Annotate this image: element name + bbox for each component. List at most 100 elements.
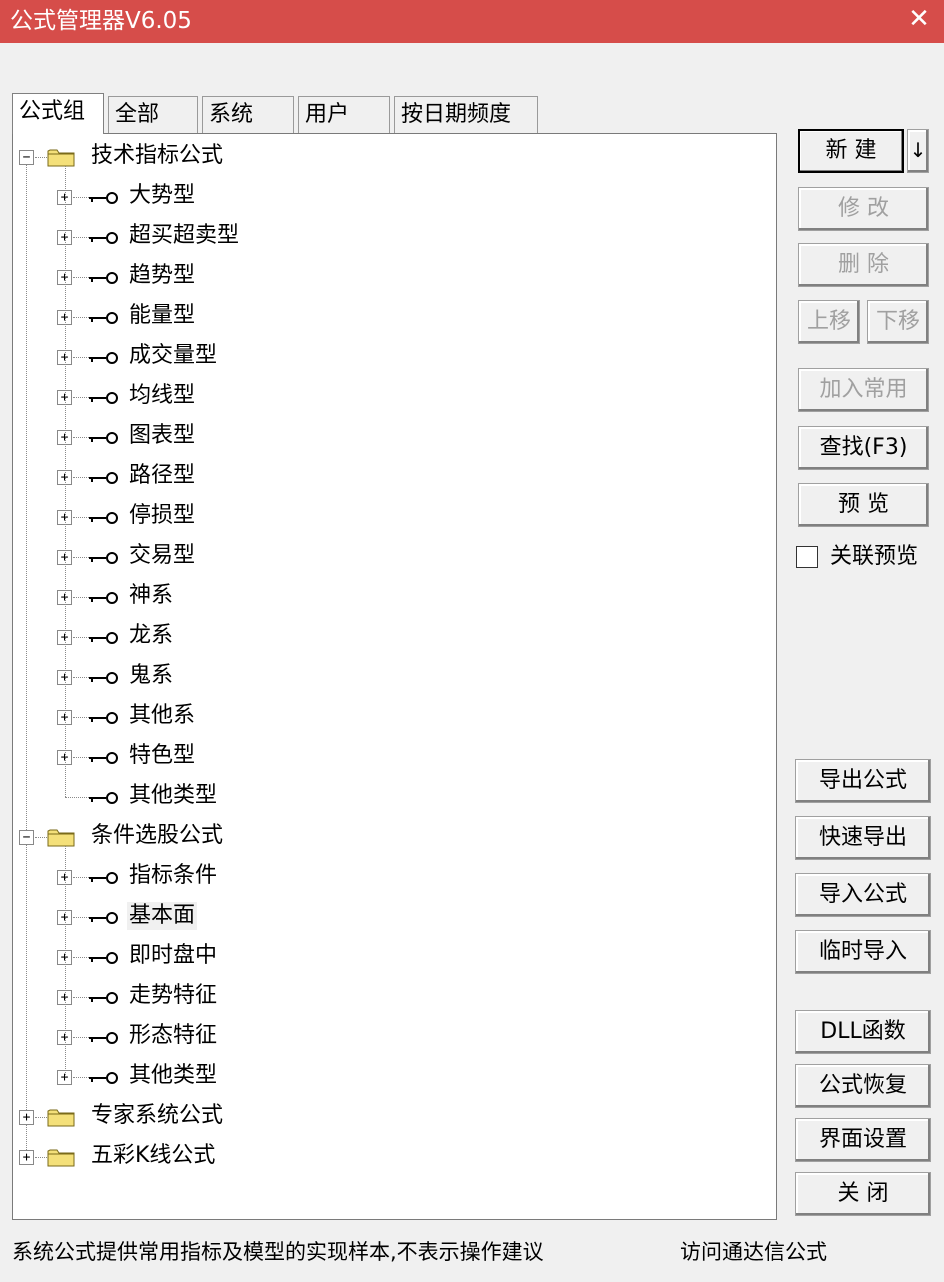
formula-tree-panel[interactable]: − 技术指标公式 + 大势型 + 超买超卖型 + 趋势型 + 能量型 + 成交量型 + 均线型 + 图表型 + 路… bbox=[12, 133, 777, 1220]
folder-icon bbox=[47, 827, 75, 847]
formula-key-icon bbox=[89, 1031, 119, 1045]
tab-system[interactable]: 系统 bbox=[202, 96, 294, 133]
formula-restore-button[interactable]: 公式恢复 bbox=[795, 1064, 931, 1108]
preview-button[interactable]: 预 览 bbox=[798, 483, 929, 527]
tree-item-label: 形态特征 bbox=[129, 1023, 218, 1048]
tree-item-node[interactable]: + 其他类型 bbox=[13, 1059, 773, 1093]
linked-preview-label: 关联预览 bbox=[830, 544, 919, 569]
folder-icon bbox=[47, 1107, 75, 1127]
tree-item-node[interactable]: + 指标条件 bbox=[13, 859, 773, 893]
formula-key-icon bbox=[89, 231, 119, 245]
tree-item-label: 停损型 bbox=[129, 503, 196, 528]
dll-functions-button[interactable]: DLL函数 bbox=[795, 1010, 931, 1054]
formula-key-icon bbox=[89, 351, 119, 365]
tree-item-node[interactable]: 其他类型 bbox=[13, 779, 773, 813]
formula-tree[interactable]: − 技术指标公式 + 大势型 + 超买超卖型 + 趋势型 + 能量型 + 成交量型 + 均线型 + 图表型 + 路… bbox=[13, 134, 776, 1219]
tree-item-label: 趋势型 bbox=[129, 263, 196, 288]
tree-group-node[interactable]: − 条件选股公式 bbox=[13, 819, 773, 853]
tree-guide-line bbox=[65, 166, 66, 797]
tree-item-node[interactable]: + 大势型 bbox=[13, 179, 773, 213]
formula-key-icon bbox=[89, 791, 119, 805]
new-button[interactable]: 新 建 bbox=[798, 129, 904, 173]
new-dropdown-arrow-icon[interactable]: ↓ bbox=[907, 129, 929, 173]
tree-guide-line bbox=[65, 846, 66, 1077]
expand-icon[interactable]: + bbox=[19, 1150, 34, 1165]
tree-item-label: 均线型 bbox=[129, 383, 196, 408]
tree-group-label: 技术指标公式 bbox=[91, 143, 224, 168]
tree-item-label: 图表型 bbox=[129, 423, 196, 448]
tree-item-node[interactable]: + 超买超卖型 bbox=[13, 219, 773, 253]
tree-item-node[interactable]: + 交易型 bbox=[13, 539, 773, 573]
tree-group-label: 条件选股公式 bbox=[91, 823, 224, 848]
export-formula-button[interactable]: 导出公式 bbox=[795, 759, 931, 803]
tree-connector bbox=[73, 557, 89, 558]
import-formula-button[interactable]: 导入公式 bbox=[795, 873, 931, 917]
tree-item-node[interactable]: + 神系 bbox=[13, 579, 773, 613]
move-down-button[interactable]: 下移 bbox=[867, 300, 929, 344]
tree-item-node[interactable]: + 成交量型 bbox=[13, 339, 773, 373]
tree-connector bbox=[73, 237, 89, 238]
expand-icon[interactable]: + bbox=[19, 1110, 34, 1125]
tree-item-label: 超买超卖型 bbox=[129, 223, 240, 248]
tree-item-node[interactable]: + 趋势型 bbox=[13, 259, 773, 293]
tab-by-date-frequency[interactable]: 按日期频度 bbox=[394, 96, 538, 133]
formula-key-icon bbox=[89, 511, 119, 525]
formula-key-icon bbox=[89, 711, 119, 725]
close-button[interactable]: 关 闭 bbox=[795, 1172, 931, 1216]
tree-item-node[interactable]: + 均线型 bbox=[13, 379, 773, 413]
tree-connector bbox=[65, 797, 89, 798]
tree-item-node[interactable]: + 其他系 bbox=[13, 699, 773, 733]
tree-item-node[interactable]: + 停损型 bbox=[13, 499, 773, 533]
tree-item-node[interactable]: + 即时盘中 bbox=[13, 939, 773, 973]
tree-item-node[interactable]: + 形态特征 bbox=[13, 1019, 773, 1053]
tree-connector bbox=[73, 957, 89, 958]
add-to-common-button[interactable]: 加入常用 bbox=[798, 368, 929, 412]
tree-group-node[interactable]: + 专家系统公式 bbox=[13, 1099, 773, 1133]
formula-key-icon bbox=[89, 551, 119, 565]
tree-connector bbox=[73, 397, 89, 398]
tab-user[interactable]: 用户 bbox=[298, 96, 390, 133]
tree-item-node[interactable]: + 能量型 bbox=[13, 299, 773, 333]
tree-group-label: 五彩K线公式 bbox=[91, 1143, 216, 1168]
tree-group-node[interactable]: − 技术指标公式 bbox=[13, 139, 773, 173]
temp-import-button[interactable]: 临时导入 bbox=[795, 930, 931, 974]
formula-key-icon bbox=[89, 671, 119, 685]
tree-connector bbox=[73, 997, 89, 998]
tree-item-node[interactable]: + 图表型 bbox=[13, 419, 773, 453]
tab-formula-group[interactable]: 公式组 bbox=[12, 93, 104, 134]
modify-button[interactable]: 修 改 bbox=[798, 187, 929, 231]
status-disclaimer: 系统公式提供常用指标及模型的实现样本,不表示操作建议 bbox=[12, 1240, 544, 1264]
ui-settings-button[interactable]: 界面设置 bbox=[795, 1118, 931, 1162]
tree-group-node[interactable]: + 五彩K线公式 bbox=[13, 1139, 773, 1173]
tree-connector bbox=[73, 717, 89, 718]
tree-item-node[interactable]: + 龙系 bbox=[13, 619, 773, 653]
tree-item-node[interactable]: + 鬼系 bbox=[13, 659, 773, 693]
tree-item-node[interactable]: + 走势特征 bbox=[13, 979, 773, 1013]
move-up-button[interactable]: 上移 bbox=[798, 300, 860, 344]
tree-connector bbox=[35, 157, 47, 158]
tab-all[interactable]: 全部 bbox=[108, 96, 198, 133]
quick-export-button[interactable]: 快速导出 bbox=[795, 816, 931, 860]
tree-item-label: 路径型 bbox=[129, 463, 196, 488]
delete-button[interactable]: 删 除 bbox=[798, 243, 929, 287]
tree-item-node[interactable]: + 路径型 bbox=[13, 459, 773, 493]
formula-key-icon bbox=[89, 1071, 119, 1085]
tree-connector bbox=[73, 357, 89, 358]
tree-connector bbox=[73, 877, 89, 878]
collapse-icon[interactable]: − bbox=[19, 150, 34, 165]
linked-preview-checkbox[interactable] bbox=[796, 546, 818, 568]
find-button[interactable]: 查找(F3) bbox=[798, 426, 929, 470]
formula-key-icon bbox=[89, 391, 119, 405]
collapse-icon[interactable]: − bbox=[19, 830, 34, 845]
tree-item-label: 成交量型 bbox=[129, 343, 218, 368]
tree-connector bbox=[73, 1037, 89, 1038]
formula-key-icon bbox=[89, 591, 119, 605]
tree-item-node[interactable]: + 特色型 bbox=[13, 739, 773, 773]
tree-item-node[interactable]: + 基本面 bbox=[13, 899, 773, 933]
tree-connector bbox=[73, 197, 89, 198]
tree-connector bbox=[73, 677, 89, 678]
status-link[interactable]: 访问通达信公式 bbox=[680, 1238, 827, 1266]
close-icon[interactable]: ✕ bbox=[906, 4, 932, 34]
formula-key-icon bbox=[89, 631, 119, 645]
tree-item-label: 走势特征 bbox=[129, 983, 218, 1008]
